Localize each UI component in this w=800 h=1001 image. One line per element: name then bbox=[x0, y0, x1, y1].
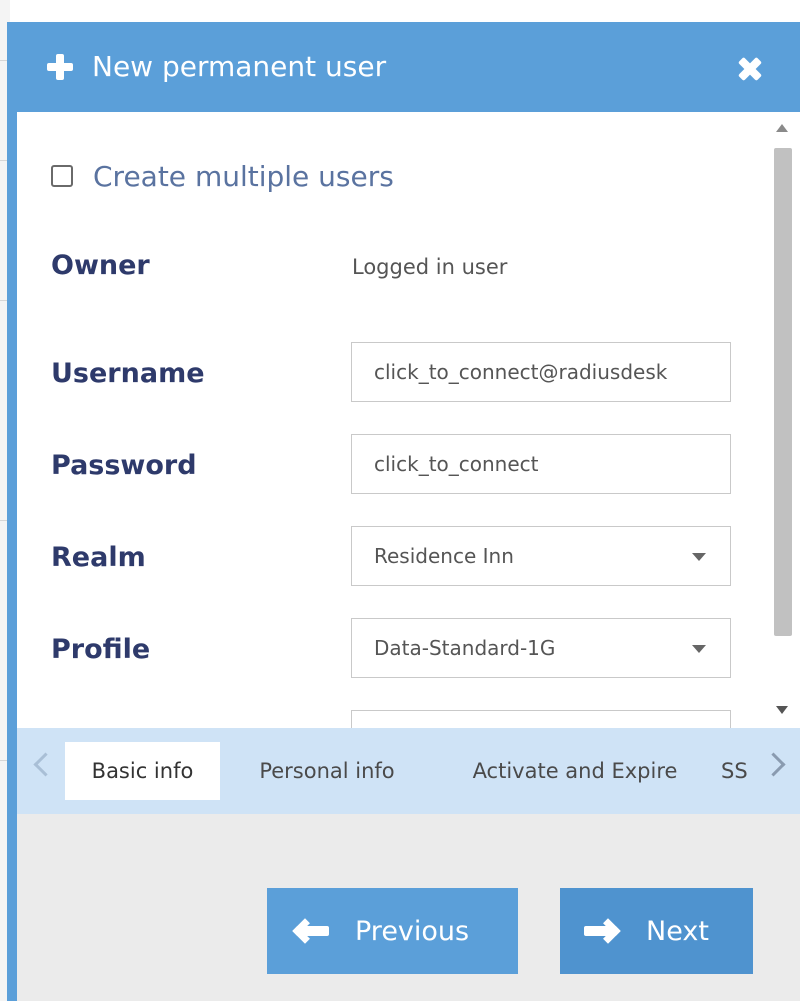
next-button[interactable]: Next bbox=[560, 888, 753, 974]
realm-select-value: Residence Inn bbox=[374, 544, 514, 568]
tab-scroll-left-icon[interactable] bbox=[33, 752, 58, 777]
owner-label: Owner bbox=[51, 250, 150, 281]
tab-scroll-right-icon[interactable] bbox=[761, 752, 786, 777]
scroll-up-icon[interactable] bbox=[776, 124, 788, 132]
tab-ssid[interactable]: SSID bbox=[721, 742, 749, 800]
create-multiple-users-checkbox[interactable] bbox=[51, 165, 73, 187]
dialog-title: New permanent user bbox=[92, 50, 387, 83]
tab-basic-info[interactable]: Basic info bbox=[65, 742, 220, 800]
close-icon[interactable] bbox=[737, 56, 763, 82]
plus-icon bbox=[47, 54, 73, 80]
tab-activate-and-expire[interactable]: Activate and Expire bbox=[435, 742, 715, 800]
new-user-dialog: New permanent user Create multiple users… bbox=[7, 22, 800, 1001]
profile-select[interactable]: Data-Standard-1G bbox=[351, 618, 731, 678]
dialog-titlebar: New permanent user bbox=[7, 22, 800, 112]
owner-value: Logged in user bbox=[352, 255, 508, 279]
password-field[interactable]: click_to_connect bbox=[351, 434, 731, 494]
tab-personal-info[interactable]: Personal info bbox=[227, 742, 427, 800]
next-button-label: Next bbox=[646, 915, 709, 947]
previous-button-label: Previous bbox=[355, 915, 470, 947]
create-multiple-users-label[interactable]: Create multiple users bbox=[93, 160, 394, 193]
realm-select[interactable]: Residence Inn bbox=[351, 526, 731, 586]
form-panel: Create multiple users Owner Logged in us… bbox=[17, 112, 766, 728]
chevron-down-icon[interactable] bbox=[692, 553, 706, 561]
dialog-body: Create multiple users Owner Logged in us… bbox=[17, 112, 800, 1001]
previous-button[interactable]: Previous bbox=[267, 888, 518, 974]
arrow-right-icon bbox=[584, 916, 621, 946]
form-scrollbar[interactable] bbox=[766, 112, 800, 728]
tab-strip: Basic info Personal info Activate and Ex… bbox=[17, 728, 800, 814]
profile-label: Profile bbox=[51, 634, 151, 665]
username-label: Username bbox=[51, 358, 205, 389]
username-field[interactable]: click_to_connect@radiusdesk bbox=[351, 342, 731, 402]
next-field-partial[interactable] bbox=[351, 710, 731, 728]
profile-select-value: Data-Standard-1G bbox=[374, 636, 556, 660]
arrow-left-icon bbox=[292, 916, 329, 946]
password-label: Password bbox=[51, 450, 197, 481]
chevron-down-icon[interactable] bbox=[692, 645, 706, 653]
create-multiple-users-option[interactable]: Create multiple users bbox=[51, 156, 394, 196]
scroll-thumb[interactable] bbox=[774, 148, 792, 636]
realm-label: Realm bbox=[51, 542, 146, 573]
scroll-down-icon[interactable] bbox=[776, 706, 788, 714]
